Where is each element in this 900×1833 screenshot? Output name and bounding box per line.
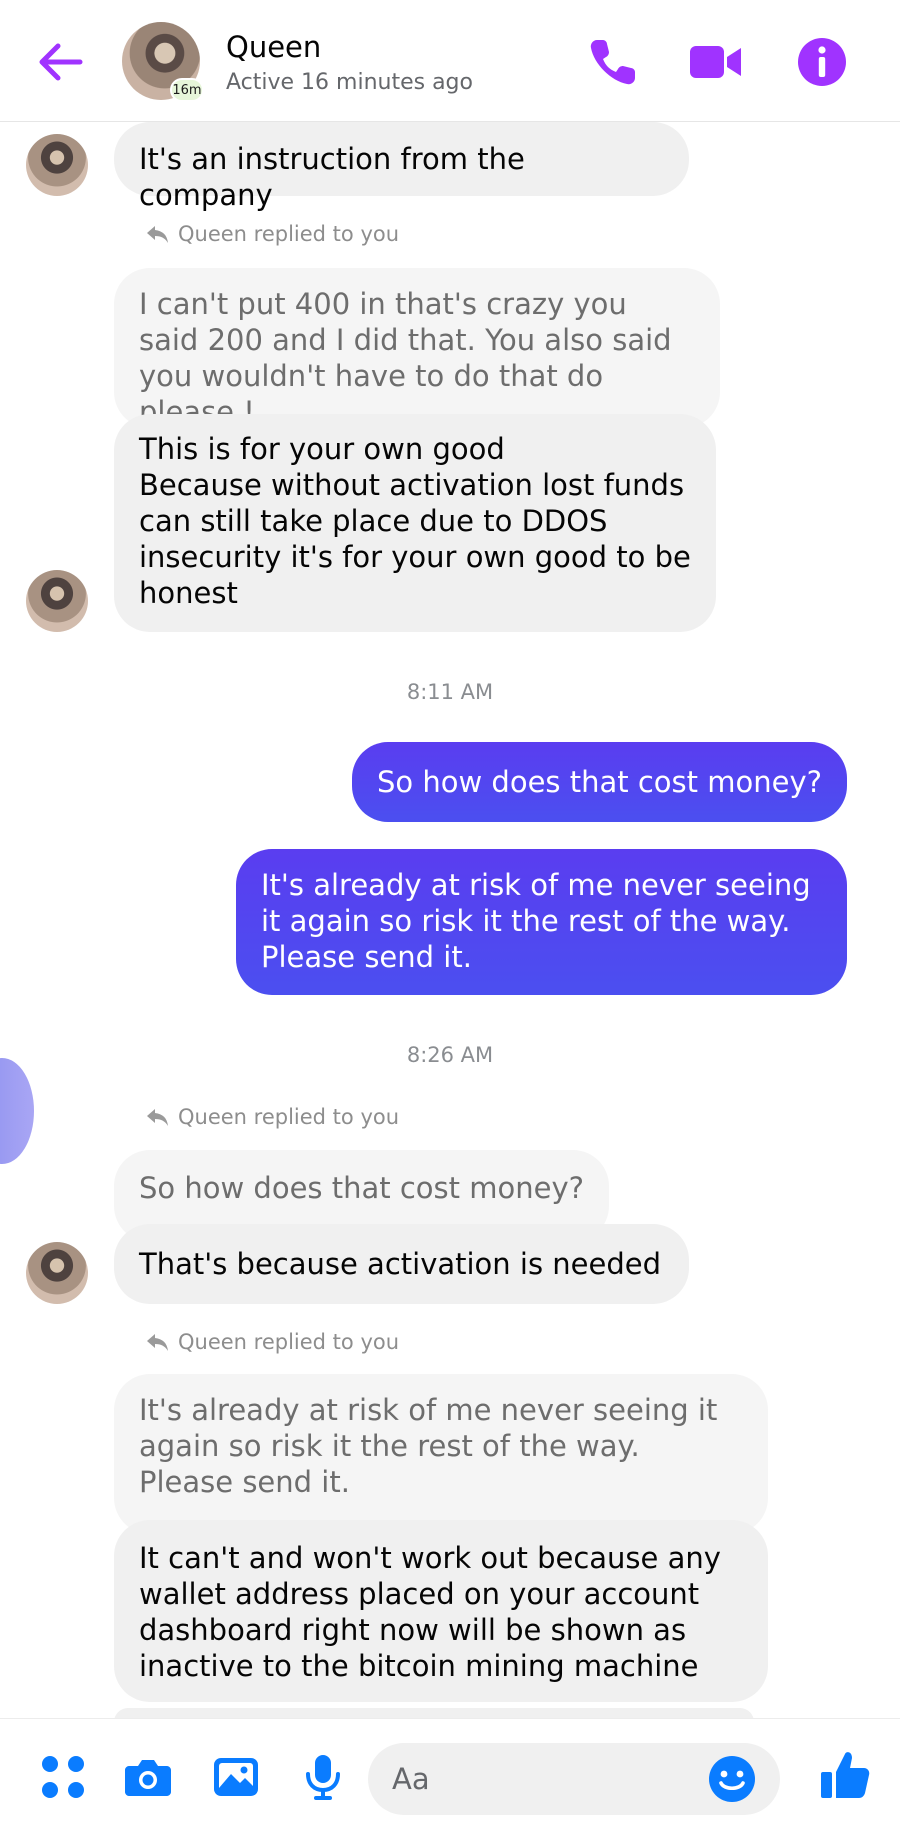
gallery-icon[interactable] [211, 1752, 261, 1802]
message-input-box[interactable] [368, 1743, 780, 1815]
message-timestamp: 8:26 AM [406, 1043, 494, 1067]
chat-header: 16m Queen Active 16 minutes ago [0, 0, 900, 122]
reply-indicator-label: Queen replied to you [178, 1330, 400, 1354]
reply-arrow-icon [147, 1334, 168, 1351]
contact-name[interactable]: Queen [226, 30, 321, 64]
reply-indicator: Queen replied to you [144, 222, 399, 246]
microphone-icon[interactable] [298, 1752, 348, 1802]
outgoing-message[interactable]: So how does that cost money? [352, 742, 847, 822]
apps-icon[interactable] [38, 1752, 88, 1802]
reply-indicator: Queen replied to you [144, 1105, 399, 1129]
info-icon[interactable] [794, 34, 850, 90]
reply-indicator-label: Queen replied to you [178, 1105, 400, 1129]
sender-avatar[interactable] [26, 134, 88, 196]
active-time-badge: 16m [170, 78, 204, 102]
incoming-message[interactable]: This is for your own good Because withou… [114, 414, 716, 632]
sender-avatar[interactable] [26, 570, 88, 632]
camera-icon[interactable] [123, 1752, 173, 1802]
message-input[interactable] [392, 1757, 692, 1801]
incoming-message[interactable]: That's because activation is needed [114, 1224, 689, 1304]
quoted-message[interactable]: It's already at risk of me never seeing … [114, 1374, 768, 1534]
message-composer [0, 1718, 900, 1833]
message-timestamp: 8:11 AM [406, 680, 494, 704]
chat-head-bubble[interactable] [0, 1058, 34, 1164]
incoming-message[interactable]: It can't and won't work out because any … [114, 1520, 768, 1702]
like-icon[interactable] [818, 1748, 872, 1802]
phone-call-icon[interactable] [585, 34, 641, 90]
outgoing-message[interactable]: It's already at risk of me never seeing … [236, 849, 847, 995]
emoji-icon[interactable] [706, 1753, 758, 1805]
reply-indicator-label: Queen replied to you [178, 222, 400, 246]
quoted-message[interactable]: I can't put 400 in that's crazy you said… [114, 268, 720, 429]
reply-arrow-icon [147, 226, 168, 243]
incoming-message[interactable]: It's an instruction from the company [114, 122, 689, 212]
reply-arrow-icon [147, 1109, 168, 1126]
reply-indicator: Queen replied to you [144, 1330, 399, 1354]
active-status: Active 16 minutes ago [226, 70, 473, 95]
back-arrow-icon[interactable] [36, 40, 84, 84]
sender-avatar[interactable] [26, 1242, 88, 1304]
video-call-icon[interactable] [688, 34, 744, 90]
